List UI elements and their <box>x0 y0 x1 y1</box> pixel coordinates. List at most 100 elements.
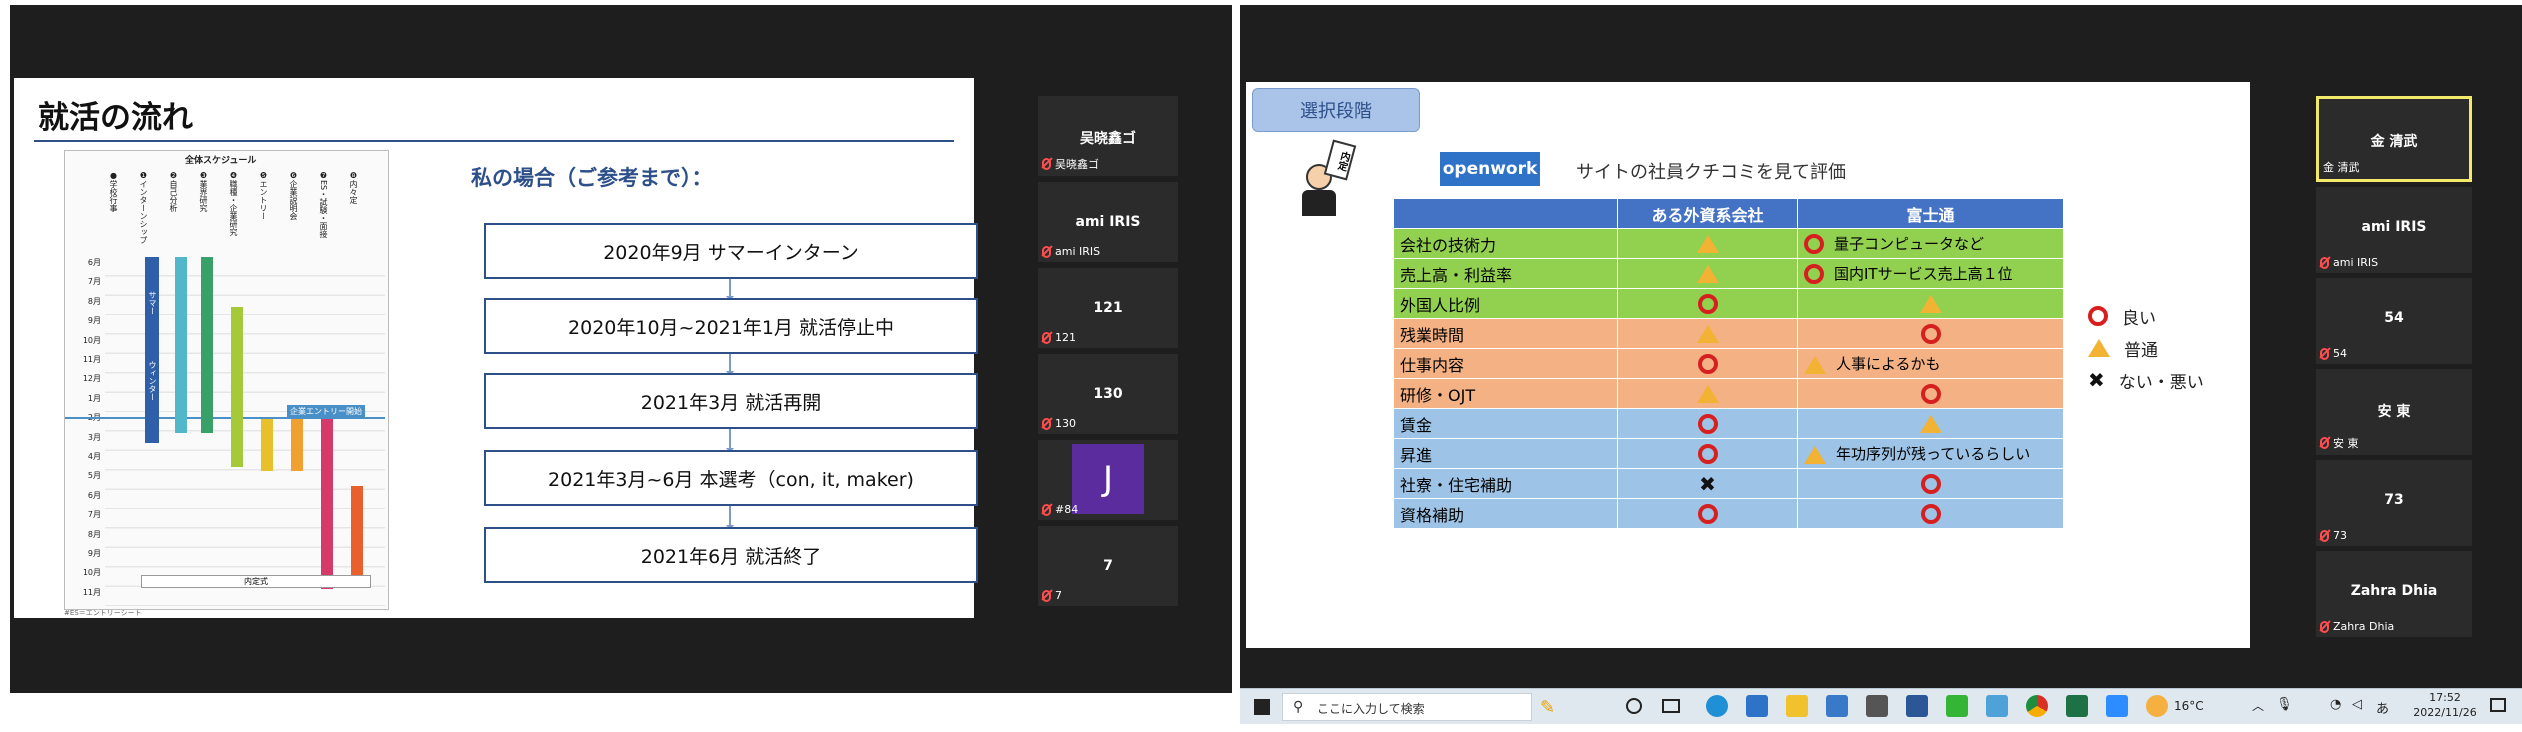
good-circle-icon <box>1697 443 1718 464</box>
participant-tile[interactable]: 121 121 <box>1038 268 1178 348</box>
participant-label: 130 <box>1042 417 1076 430</box>
schedule-month-label: 7月 <box>87 510 101 520</box>
schedule-month-label: 11月 <box>82 587 101 597</box>
schedule-month-label: 3月 <box>87 432 101 442</box>
participant-tile[interactable]: ami IRIS ami IRIS <box>1038 182 1178 262</box>
participant-name: 金 清武 <box>2370 134 2418 150</box>
fujitsu-rating <box>1797 408 2064 439</box>
muted-microphone-icon <box>1042 503 1051 516</box>
participant-label-text: 73 <box>2333 529 2347 542</box>
flow-arrow <box>726 506 734 530</box>
participant-name: 73 <box>2384 492 2404 508</box>
schedule-month-label: 4月 <box>87 452 101 461</box>
participant-tile[interactable]: ami IRIS ami IRIS <box>2316 187 2472 273</box>
schedule-footnote: #ES＝エントリーシート <box>64 609 142 617</box>
naitei-bar <box>351 486 363 586</box>
legend-label: 普通 <box>2124 340 2158 361</box>
participant-tile[interactable]: 54 54 <box>2316 278 2472 364</box>
file-explorer-icon[interactable] <box>1786 695 1808 717</box>
files-icon[interactable] <box>1986 695 2008 717</box>
schedule-month-label: 10月 <box>82 335 101 345</box>
cortana-icon[interactable] <box>1626 698 1642 714</box>
schedule-month-label: 8月 <box>87 529 101 539</box>
company-a-rating <box>1617 258 1798 289</box>
participant-label: ami IRIS <box>2320 256 2378 269</box>
table-row: 昇進 年功序列が残っているらしい <box>1393 438 2064 469</box>
notification-icon[interactable] <box>2490 698 2506 712</box>
legend-item: ✖ ない・悪い <box>2088 364 2238 396</box>
person-body <box>1302 190 1336 216</box>
network-icon[interactable]: ◔ <box>2330 697 2341 712</box>
schedule-column-header: ❷自己分析 <box>169 171 178 212</box>
mail-icon[interactable] <box>1746 695 1768 717</box>
average-triangle-icon <box>1919 295 1942 314</box>
participant-tile[interactable]: 吴晓鑫ゴ 吴晓鑫ゴ <box>1038 96 1178 176</box>
table-header-cell: ある外資系会社 <box>1617 198 1798 229</box>
pen-icon[interactable]: ✎ <box>1540 697 1555 718</box>
task-view-icon[interactable] <box>1662 699 1680 713</box>
participant-label: 7 <box>1042 589 1062 602</box>
word-icon[interactable] <box>1906 695 1928 717</box>
rating-note: 年功序列が残っているらしい <box>1836 445 2031 463</box>
schedule-column-header: ❼ES・試験・面接 <box>319 171 328 239</box>
evaluation-table: ある外資系会社 富士通 会社の技術力 量子コンピュータなど 売上高・利益率 国内ITサービ… <box>1393 198 2064 529</box>
participant-tile[interactable]: 130 130 <box>1038 354 1178 434</box>
schedule-month-label: 7月 <box>87 277 101 287</box>
participant-label-text: ami IRIS <box>1055 245 1101 258</box>
muted-microphone-icon <box>2320 256 2329 269</box>
schedule-column-header: ❺エントリー <box>259 171 268 220</box>
participant-tile[interactable]: 77 <box>1038 526 1178 606</box>
participant-label-text: ami IRIS <box>2333 256 2379 269</box>
zoom-icon[interactable] <box>2106 695 2128 717</box>
participant-tile[interactable]: 安 東安 東 <box>2316 369 2472 455</box>
schedule-month-label: 10月 <box>82 568 101 578</box>
clock-date[interactable]: 2022/11/26 <box>2410 706 2480 719</box>
edge-icon[interactable] <box>1706 695 1728 717</box>
weather-temp[interactable]: 16°C <box>2174 699 2204 713</box>
company-a-rating <box>1617 318 1798 349</box>
flow-step: 2021年3月 就活再開 <box>484 373 978 429</box>
rating-legend: 良い 普通 ✖ ない・悪い <box>2088 300 2238 396</box>
ime-indicator[interactable]: あ <box>2376 698 2389 717</box>
schedule-month-label: 11月 <box>82 355 101 364</box>
average-triangle-icon <box>1696 265 1719 284</box>
volume-icon[interactable]: ◁ <box>2352 697 2362 712</box>
taskbar-search-box[interactable]: ⚲ ここに入力して検索 <box>1282 693 1532 721</box>
schedule-month-label: 6月 <box>87 258 101 267</box>
flow-arrow <box>726 279 734 301</box>
start-button[interactable] <box>1254 699 1270 715</box>
schedule-column-header: ❽内々定 <box>349 171 358 204</box>
schedule-column-header: ●学校行事 <box>109 171 118 212</box>
good-circle-icon <box>1804 264 1824 285</box>
schedule-month-axis: 6月7月8月9月10月11月12月1月2月3月4月5月6月7月8月9月10月11… <box>67 257 103 607</box>
microphone-icon[interactable]: 🎙 <box>2276 697 2293 712</box>
table-row: 売上高・利益率 国内ITサービス売上高１位 <box>1393 258 2064 289</box>
participant-name: Zahra Dhia <box>2350 583 2438 599</box>
criterion-cell: 仕事内容 <box>1393 348 1618 379</box>
participant-tile[interactable]: J #84 <box>1038 440 1178 520</box>
flow-step: 2020年9月 サマーインターン <box>484 223 978 279</box>
participant-tile[interactable]: 73 73 <box>2316 460 2472 546</box>
fujitsu-rating <box>1797 378 2064 409</box>
participant-label: Zahra Dhia <box>2320 620 2394 633</box>
clock-time[interactable]: 17:52 <box>2410 691 2480 704</box>
store-icon[interactable] <box>1826 695 1848 717</box>
chevron-up-icon[interactable]: ︿ <box>2252 697 2264 714</box>
average-triangle-icon <box>1696 235 1719 254</box>
muted-microphone-icon <box>1042 589 1051 602</box>
line-icon[interactable] <box>1946 695 1968 717</box>
calculator-icon[interactable] <box>1866 695 1888 717</box>
participant-tile[interactable]: 金 清武金 清武 <box>2316 96 2472 182</box>
weather-icon[interactable] <box>2146 695 2168 717</box>
table-row: 残業時間 <box>1393 318 2064 349</box>
muted-microphone-icon <box>1042 158 1051 170</box>
chrome-icon[interactable] <box>2026 695 2048 717</box>
participant-label-text: #84 <box>1055 503 1079 516</box>
criterion-cell: 社寮・住宅補助 <box>1393 468 1618 499</box>
stage-button[interactable]: 選択段階 <box>1252 88 1420 132</box>
fujitsu-rating <box>1797 318 2064 349</box>
participant-label: #84 <box>1042 503 1078 516</box>
participant-tile[interactable]: Zahra Dhia Zahra Dhia <box>2316 551 2472 637</box>
excel-icon[interactable] <box>2066 695 2088 717</box>
company-a-rating <box>1617 378 1798 409</box>
